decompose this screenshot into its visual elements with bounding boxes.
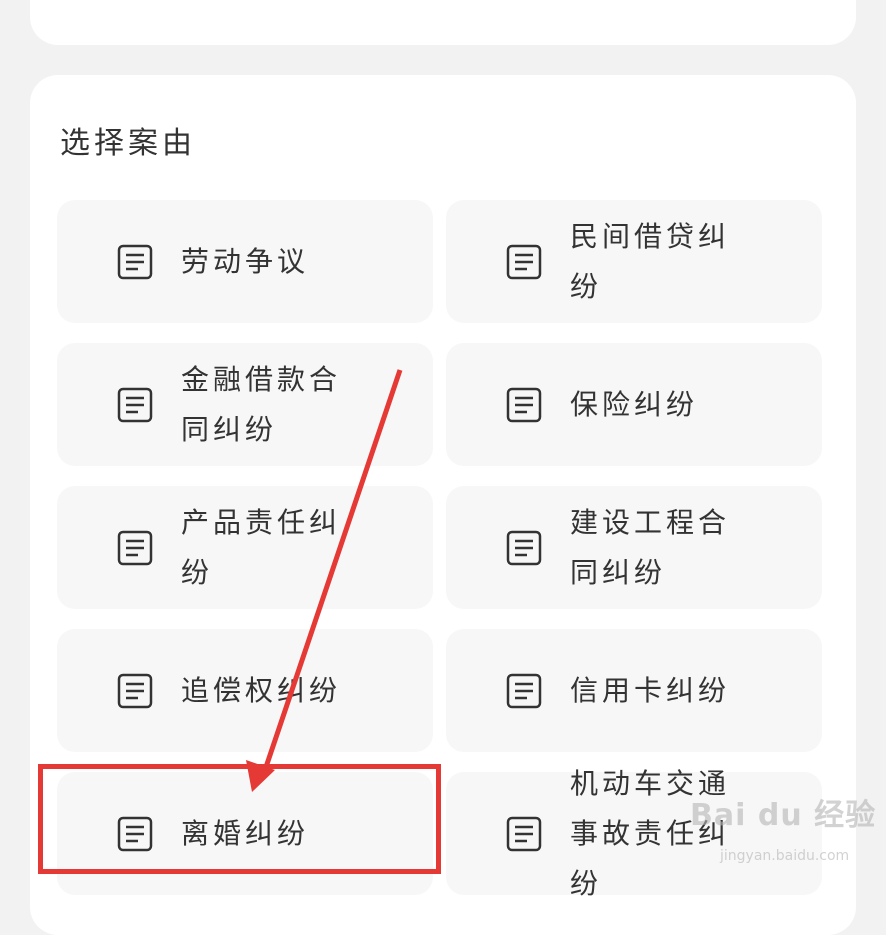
document-icon [117, 816, 153, 851]
case-item-recourse[interactable]: 追偿权纠纷 [57, 629, 433, 752]
case-label: 劳动争议 [181, 244, 310, 278]
case-label: 信用卡纠纷 [570, 673, 731, 707]
case-label: 产品责任纠纷 [181, 505, 342, 589]
document-icon [117, 673, 153, 708]
case-label: 追偿权纠纷 [181, 673, 342, 707]
document-icon [117, 530, 153, 565]
case-item-divorce[interactable]: 离婚纠纷 [57, 772, 433, 895]
case-label: 民间借贷纠纷 [570, 219, 731, 303]
document-icon [506, 387, 542, 422]
case-item-financial-loan[interactable]: 金融借款合同纠纷 [57, 343, 433, 466]
case-label: 建设工程合同纠纷 [570, 505, 731, 589]
case-label: 离婚纠纷 [181, 816, 310, 850]
document-icon [506, 673, 542, 708]
document-icon [117, 387, 153, 422]
document-icon [506, 816, 542, 851]
case-label: 保险纠纷 [570, 387, 699, 421]
watermark: Bai du 经验 [690, 798, 877, 833]
watermark-url: jingyan.baidu.com [720, 848, 850, 864]
case-item-construction-contract[interactable]: 建设工程合同纠纷 [446, 486, 822, 609]
section-title: 选择案由 [60, 126, 196, 161]
top-card [30, 0, 856, 45]
case-label: 金融借款合同纠纷 [181, 362, 342, 446]
case-item-labor-dispute[interactable]: 劳动争议 [57, 200, 433, 323]
case-item-credit-card[interactable]: 信用卡纠纷 [446, 629, 822, 752]
case-item-insurance[interactable]: 保险纠纷 [446, 343, 822, 466]
case-item-private-lending[interactable]: 民间借贷纠纷 [446, 200, 822, 323]
document-icon [506, 530, 542, 565]
case-item-product-liability[interactable]: 产品责任纠纷 [57, 486, 433, 609]
document-icon [117, 244, 153, 279]
document-icon [506, 244, 542, 279]
